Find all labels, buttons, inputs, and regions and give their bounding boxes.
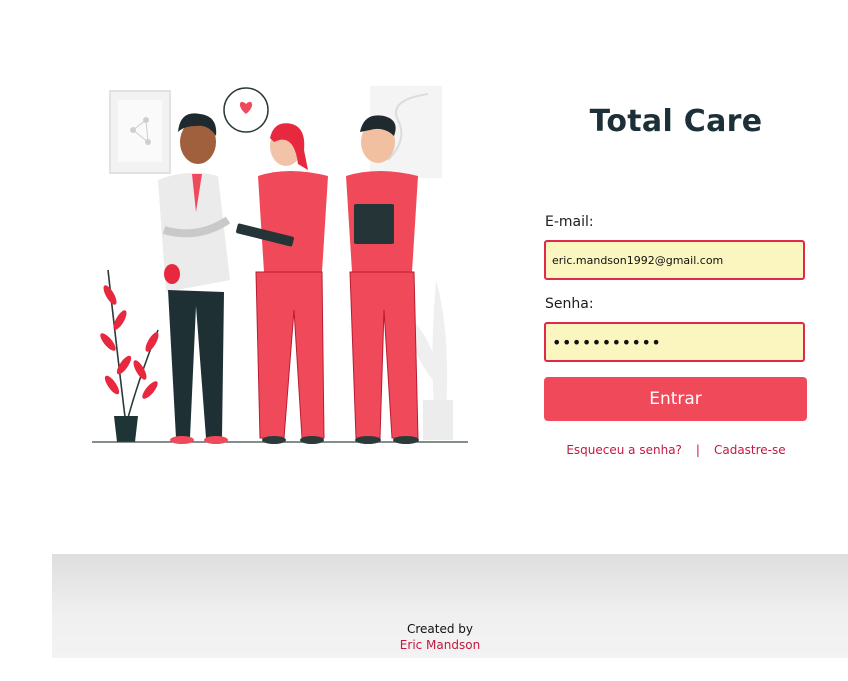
- auth-links: Esqueceu a senha? | Cadastre-se: [544, 443, 808, 457]
- login-page: Total Care E-mail: Senha: Entrar Esquece…: [0, 0, 848, 681]
- footer-created-by: Created by: [406, 622, 474, 636]
- app-title: Total Care: [589, 104, 763, 139]
- email-label: E-mail:: [545, 214, 594, 230]
- footer-author-link[interactable]: Eric Mandson: [52, 638, 828, 652]
- login-button[interactable]: Entrar: [544, 377, 807, 421]
- medical-team-illustration: [88, 80, 472, 450]
- links-separator: |: [695, 443, 700, 457]
- forgot-password-link[interactable]: Esqueceu a senha?: [566, 443, 682, 457]
- footer: Created by Eric Mandson: [52, 554, 848, 658]
- password-label: Senha:: [545, 296, 594, 312]
- signup-link[interactable]: Cadastre-se: [714, 443, 786, 457]
- email-field[interactable]: [544, 240, 805, 280]
- password-field[interactable]: [544, 322, 805, 362]
